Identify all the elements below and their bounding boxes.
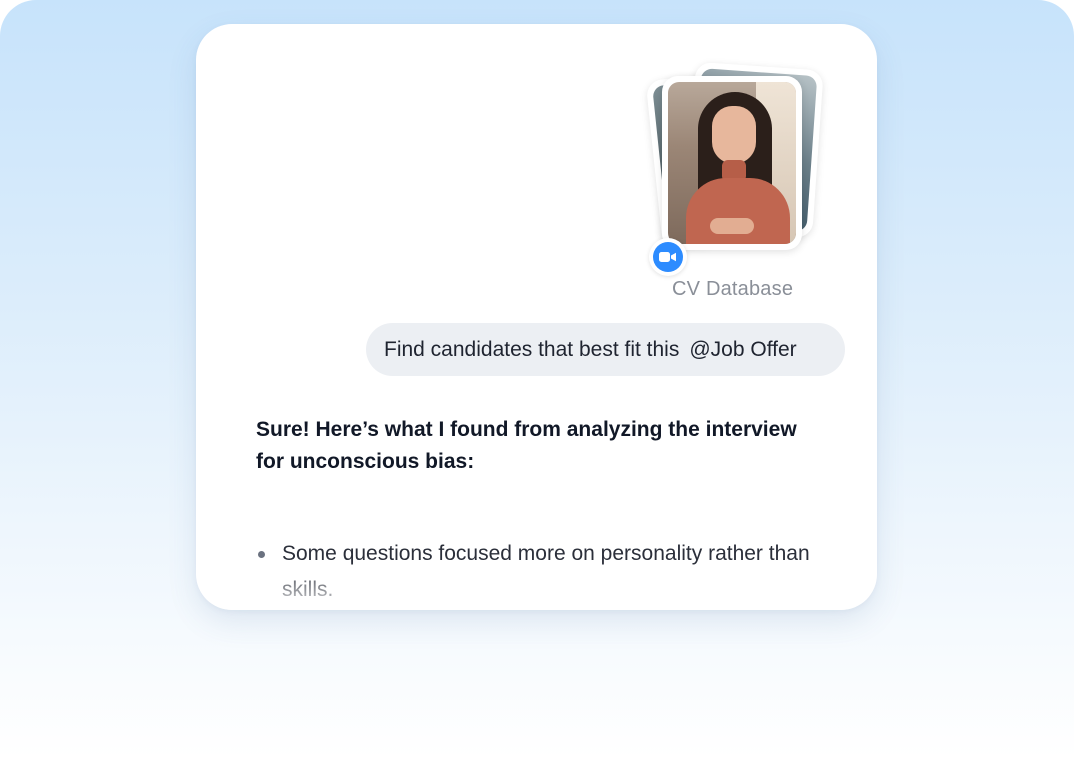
bullet-icon — [258, 551, 265, 558]
assistant-findings-list: Some questions focused more on personali… — [256, 536, 826, 608]
assistant-message-heading: Sure! Here’s what I found from analyzing… — [256, 418, 797, 473]
list-item: Some questions focused more on personali… — [256, 536, 826, 608]
user-message-bubble: Find candidates that best fit this @Job … — [366, 323, 845, 376]
finding-text: Some questions focused more on personali… — [282, 542, 810, 601]
user-message-text: Find candidates that best fit this — [384, 337, 680, 361]
video-camera-icon — [649, 238, 687, 276]
chat-card: CV Database Find candidates that best fi… — [196, 24, 877, 610]
video-thumbnail-front[interactable] — [662, 76, 802, 250]
candidate-video-image — [668, 82, 796, 244]
attachment-stack[interactable] — [640, 61, 840, 276]
job-offer-mention[interactable]: @Job Offer — [689, 338, 796, 362]
page-background: CV Database Find candidates that best fi… — [0, 0, 1074, 758]
attachment-label: CV Database — [672, 278, 794, 300]
